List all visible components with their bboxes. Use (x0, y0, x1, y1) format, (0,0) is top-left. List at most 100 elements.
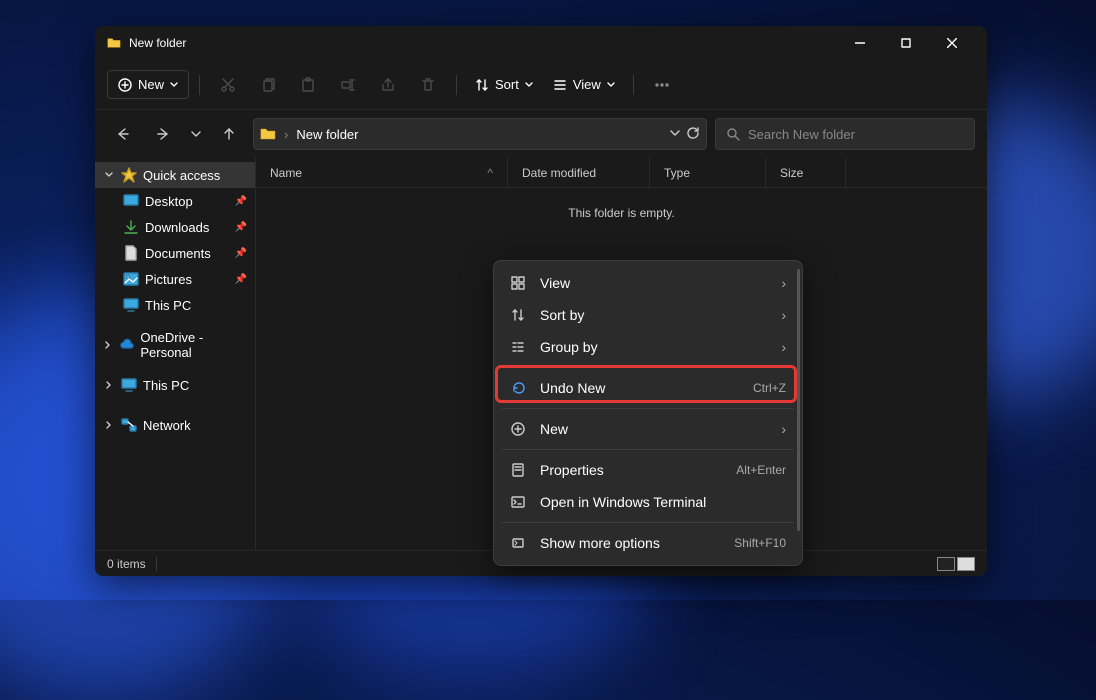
sidebar: Quick access Desktop 📌 Downloads 📌 Docum… (95, 158, 255, 550)
context-menu: View › Sort by › Group by › Undo New Ctr… (493, 260, 803, 566)
sidebar-item-label: Documents (145, 246, 211, 261)
sidebar-item-label: Pictures (145, 272, 192, 287)
thumbnails-view-toggle[interactable] (957, 557, 975, 571)
pin-icon: 📌 (235, 196, 247, 207)
close-button[interactable] (929, 26, 975, 60)
sidebar-item-label: This PC (145, 298, 191, 313)
pin-icon: 📌 (235, 222, 247, 233)
sidebar-onedrive[interactable]: OneDrive - Personal (95, 332, 255, 358)
network-icon (121, 417, 137, 433)
cloud-icon (120, 337, 134, 353)
chevron-right-icon: › (781, 339, 786, 355)
empty-message: This folder is empty. (256, 206, 987, 220)
sort-button[interactable]: Sort (467, 77, 541, 92)
view-label: View (573, 77, 601, 92)
sidebar-item-thispc[interactable]: This PC (95, 292, 255, 318)
more-icon[interactable] (644, 67, 680, 103)
chevron-right-icon: › (781, 275, 786, 291)
address-bar[interactable]: › New folder (253, 118, 707, 150)
share-icon[interactable] (370, 67, 406, 103)
chevron-down-icon[interactable] (670, 126, 680, 143)
downloads-icon (123, 219, 139, 235)
up-button[interactable] (213, 118, 245, 150)
sidebar-thispc-root[interactable]: This PC (95, 372, 255, 398)
menu-label: View (540, 275, 570, 291)
menu-label: New (540, 421, 568, 437)
search-placeholder: Search New folder (748, 127, 855, 142)
menu-more-options[interactable]: Show more options Shift+F10 (500, 527, 796, 559)
chevron-right-icon: › (781, 421, 786, 437)
properties-icon (510, 463, 526, 477)
more-options-icon (510, 536, 526, 550)
menu-sort-by[interactable]: Sort by › (500, 299, 796, 331)
refresh-icon[interactable] (686, 126, 700, 143)
chevron-right-icon (103, 381, 115, 389)
sidebar-item-pictures[interactable]: Pictures 📌 (95, 266, 255, 292)
sidebar-quick-access[interactable]: Quick access (95, 162, 255, 188)
sidebar-network[interactable]: Network (95, 412, 255, 438)
back-button[interactable] (107, 118, 139, 150)
details-view-toggle[interactable] (937, 557, 955, 571)
sidebar-item-downloads[interactable]: Downloads 📌 (95, 214, 255, 240)
chevron-down-icon (525, 81, 533, 89)
toolbar: New Sort View (95, 60, 987, 110)
navbar: › New folder Search New folder (95, 110, 987, 158)
chevron-right-icon (103, 421, 115, 429)
documents-icon (123, 245, 139, 261)
thispc-icon (121, 377, 137, 393)
star-icon (121, 167, 137, 183)
menu-label: Open in Windows Terminal (540, 494, 706, 510)
sort-icon (510, 308, 526, 322)
terminal-icon (510, 495, 526, 509)
new-button[interactable]: New (107, 70, 189, 99)
grid-icon (510, 276, 526, 290)
copy-icon[interactable] (250, 67, 286, 103)
rename-icon[interactable] (330, 67, 366, 103)
cut-icon[interactable] (210, 67, 246, 103)
sidebar-item-documents[interactable]: Documents 📌 (95, 240, 255, 266)
menu-undo-new[interactable]: Undo New Ctrl+Z (500, 372, 796, 404)
menu-terminal[interactable]: Open in Windows Terminal (500, 486, 796, 518)
column-date[interactable]: Date modified (508, 158, 650, 187)
paste-icon[interactable] (290, 67, 326, 103)
scrollbar[interactable] (797, 269, 800, 531)
chevron-right-icon: › (781, 307, 786, 323)
window-title: New folder (129, 36, 186, 50)
thispc-icon (123, 297, 139, 313)
sidebar-item-desktop[interactable]: Desktop 📌 (95, 188, 255, 214)
chevron-right-icon: › (284, 127, 288, 142)
address-path: New folder (296, 127, 358, 142)
pin-icon: 📌 (235, 274, 247, 285)
sidebar-item-label: OneDrive - Personal (140, 330, 247, 360)
delete-icon[interactable] (410, 67, 446, 103)
menu-view[interactable]: View › (500, 267, 796, 299)
chevron-down-icon (170, 81, 178, 89)
item-count: 0 items (107, 557, 146, 571)
group-icon (510, 340, 526, 354)
column-name[interactable]: Name^ (256, 158, 508, 187)
search-bar[interactable]: Search New folder (715, 118, 975, 150)
menu-new[interactable]: New › (500, 413, 796, 445)
search-icon (726, 127, 740, 141)
folder-icon (107, 36, 121, 50)
menu-label: Group by (540, 339, 598, 355)
column-type[interactable]: Type (650, 158, 766, 187)
undo-icon (510, 381, 526, 395)
column-size[interactable]: Size (766, 158, 846, 187)
minimize-button[interactable] (837, 26, 883, 60)
chevron-down-icon (103, 171, 115, 179)
menu-group-by[interactable]: Group by › (500, 331, 796, 363)
pictures-icon (123, 271, 139, 287)
view-icon (553, 78, 567, 92)
recent-button[interactable] (187, 118, 205, 150)
menu-label: Properties (540, 462, 604, 478)
sidebar-item-label: Quick access (143, 168, 220, 183)
view-button[interactable]: View (545, 77, 623, 92)
maximize-button[interactable] (883, 26, 929, 60)
menu-label: Show more options (540, 535, 660, 551)
menu-properties[interactable]: Properties Alt+Enter (500, 454, 796, 486)
sort-label: Sort (495, 77, 519, 92)
titlebar[interactable]: New folder (95, 26, 987, 60)
forward-button[interactable] (147, 118, 179, 150)
sidebar-item-label: Downloads (145, 220, 209, 235)
